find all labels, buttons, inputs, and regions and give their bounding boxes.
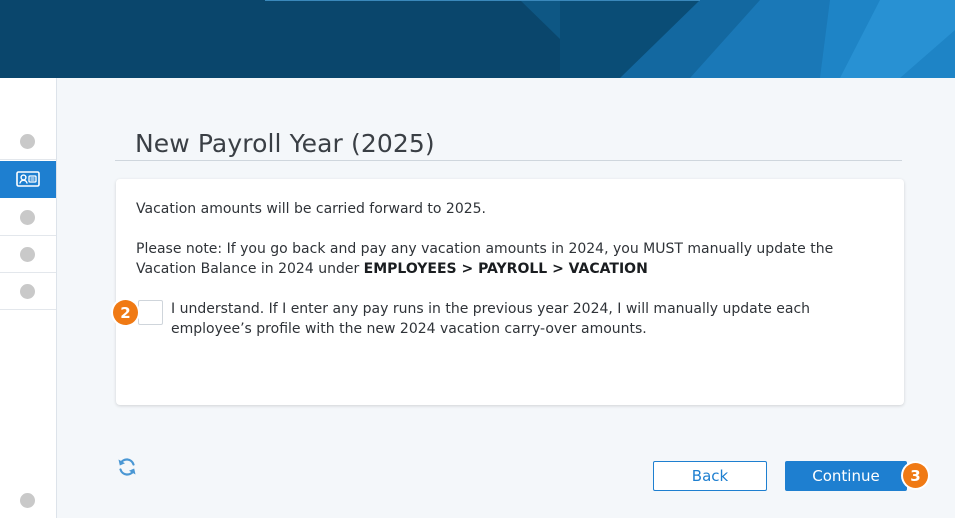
refresh-icon[interactable] [116,456,138,478]
main-content: New Payroll Year (2025) Vacation amounts… [57,78,955,518]
sidebar-item-payroll-year[interactable] [0,161,56,198]
sidebar-item-step-4[interactable] [0,236,56,273]
sidebar-bottom-dot-icon[interactable] [20,493,35,508]
step-badge-continue: 3 [903,463,928,488]
sidebar [0,78,57,518]
back-button[interactable]: Back [653,461,767,491]
title-divider [115,160,902,161]
step-dot-icon [20,284,35,299]
page-title: New Payroll Year (2025) [135,129,435,158]
step-dot-icon [20,247,35,262]
sidebar-item-step-5[interactable] [0,273,56,310]
step-dot-icon [20,134,35,149]
acknowledge-label[interactable]: I understand. If I enter any pay runs in… [171,299,871,339]
carry-forward-text: Vacation amounts will be carried forward… [136,201,486,217]
id-card-icon [16,171,40,187]
step-badge-checkbox: 2 [113,300,138,325]
acknowledge-checkbox[interactable] [138,300,163,325]
continue-button[interactable]: Continue [785,461,907,491]
sidebar-item-step-1[interactable] [0,123,56,160]
step-dot-icon [20,210,35,225]
header-banner [0,0,955,78]
sidebar-item-step-3[interactable] [0,199,56,236]
vacation-note: Please note: If you go back and pay any … [136,239,876,279]
info-card: Vacation amounts will be carried forward… [116,179,904,405]
vacation-note-path: EMPLOYEES > PAYROLL > VACATION [363,261,648,277]
